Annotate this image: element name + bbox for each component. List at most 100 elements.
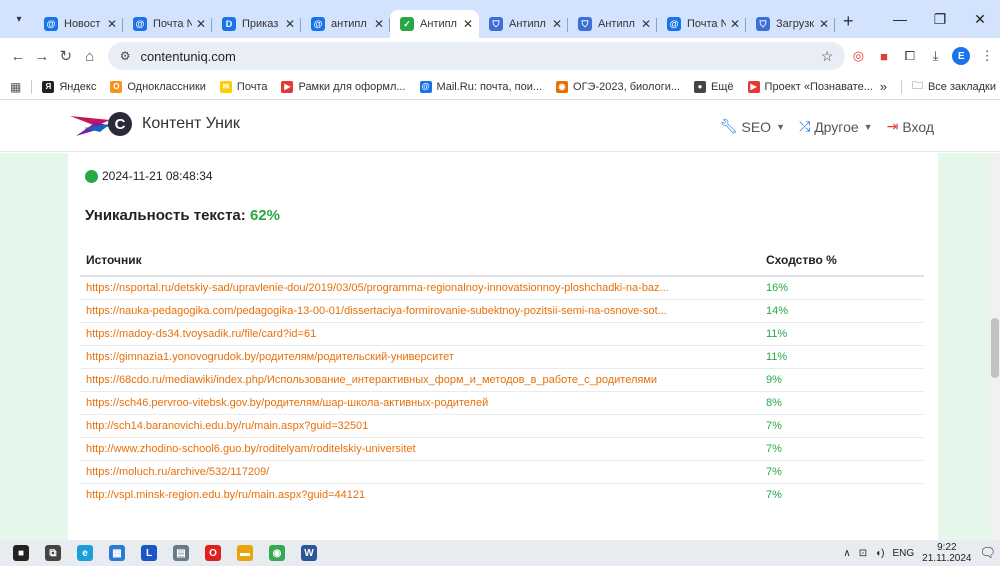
bookmark-label[interactable]: Почта xyxy=(237,81,268,93)
calculator-icon[interactable]: ▤ xyxy=(166,542,196,564)
opera-icon[interactable]: O xyxy=(198,542,228,564)
browser-tab[interactable]: ✓ Антипл ✕ xyxy=(390,10,479,38)
tab-title[interactable]: Почта N xyxy=(687,18,726,30)
close-window-icon[interactable]: ✕ xyxy=(960,11,1000,28)
bookmark-item[interactable]: @ Mail.Ru: почта, пои... xyxy=(419,80,543,93)
explorer-icon[interactable]: ▬ xyxy=(230,542,260,564)
browser-tab[interactable]: ⛉ Антипл ✕ xyxy=(568,10,657,38)
scrollbar-thumb[interactable] xyxy=(991,318,999,378)
nav-seo-label[interactable]: SEO xyxy=(741,119,771,135)
start-icon[interactable]: ■ xyxy=(6,542,36,564)
tray-network-icon[interactable]: ⊡ xyxy=(859,548,867,559)
bookmark-label[interactable]: Яндекс xyxy=(59,81,96,93)
source-link[interactable]: https://moluch.ru/archive/532/117209/ xyxy=(80,460,760,484)
source-link[interactable]: http://vspl.minsk-region.edu.by/ru/main.… xyxy=(80,483,760,507)
tab-title[interactable]: Почта N xyxy=(153,18,192,30)
all-bookmarks-folder[interactable]: 🗀 Все закладки xyxy=(912,77,996,96)
site-logo[interactable]: C Контент Уник xyxy=(70,110,240,138)
browser-tab[interactable]: ⛉ Антипл ✕ xyxy=(479,10,568,38)
tab-close-icon[interactable]: ✕ xyxy=(285,17,295,31)
bookmark-label[interactable]: Одноклассники xyxy=(127,81,206,93)
tab-close-icon[interactable]: ✕ xyxy=(196,17,206,31)
bookmark-label[interactable]: Mail.Ru: почта, пои... xyxy=(437,81,543,93)
bookmark-label[interactable]: Проект «Познавате... xyxy=(765,81,873,93)
tray-volume-icon[interactable]: ◖) xyxy=(875,548,884,559)
source-link[interactable]: https://nauka-pedagogika.com/pedagogika-… xyxy=(80,299,760,323)
tab-close-icon[interactable]: ✕ xyxy=(374,17,384,31)
bookmark-item[interactable]: ▶ Рамки для оформл... xyxy=(281,80,406,93)
word-icon[interactable]: W xyxy=(294,542,324,564)
address-bar[interactable]: ⚙ contentuniq.com ☆ xyxy=(107,42,846,70)
bookmark-item[interactable]: ◉ ОГЭ-2023, биологи... xyxy=(556,80,680,93)
tray-chevron-icon[interactable]: ∧ xyxy=(843,548,850,559)
back-arrow-icon[interactable]: ← xyxy=(6,48,30,65)
browser-tab[interactable]: @ антипл ✕ xyxy=(301,10,390,38)
bookmark-item[interactable]: ▶ Проект «Познавате... xyxy=(747,80,873,93)
source-link[interactable]: https://sch46.pervroo-vitebsk.gov.by/род… xyxy=(80,391,760,415)
extension-red-icon[interactable]: ■ xyxy=(871,49,897,64)
edge-icon[interactable]: e xyxy=(70,542,100,564)
site-info-icon[interactable]: ⚙ xyxy=(120,49,131,63)
store-icon[interactable]: ▦ xyxy=(102,542,132,564)
tab-close-icon[interactable]: ✕ xyxy=(819,17,829,31)
page-scrollbar[interactable] xyxy=(990,153,1000,540)
browser-tab[interactable]: @ Почта N ✕ xyxy=(123,10,212,38)
language-indicator[interactable]: ENG xyxy=(893,548,915,559)
tab-title[interactable]: антипл xyxy=(331,18,370,30)
extensions-puzzle-icon[interactable]: ⧠ xyxy=(897,48,923,64)
tab-title[interactable]: Приказ xyxy=(242,18,281,30)
home-icon[interactable]: ⌂ xyxy=(78,48,102,65)
source-link[interactable]: http://www.zhodino-school6.guo.by/rodite… xyxy=(80,437,760,461)
tab-close-icon[interactable]: ✕ xyxy=(552,17,562,31)
apps-grid-icon[interactable]: ▦ xyxy=(10,80,21,94)
bookmark-item[interactable]: Я Яндекс xyxy=(42,80,96,93)
extension-target-icon[interactable]: ◎ xyxy=(845,48,871,64)
chrome-icon[interactable]: ◉ xyxy=(262,542,292,564)
reload-icon[interactable]: ↻ xyxy=(54,47,78,65)
tab-close-icon[interactable]: ✕ xyxy=(463,17,473,31)
tab-title[interactable]: Загрузк xyxy=(776,18,815,30)
browser-tab[interactable]: ⛉ Загрузк ✕ xyxy=(746,10,835,38)
download-icon[interactable]: ⤓ xyxy=(923,48,949,64)
notifications-icon[interactable]: 🗨︎ xyxy=(979,545,996,561)
tab-title[interactable]: Новост xyxy=(64,18,103,30)
site-name[interactable]: Контент Уник xyxy=(142,115,240,133)
minimize-icon[interactable]: — xyxy=(880,11,920,27)
nav-seo[interactable]: 🔧︎ SEO ▼ xyxy=(720,118,785,135)
bookmark-label[interactable]: Ещё xyxy=(711,81,734,93)
new-tab-button[interactable]: + xyxy=(843,11,854,32)
tab-close-icon[interactable]: ✕ xyxy=(107,17,117,31)
l-app-icon[interactable]: L xyxy=(134,542,164,564)
tab-title[interactable]: Антипл xyxy=(598,18,637,30)
tab-search-button[interactable]: ▾ xyxy=(8,8,30,30)
task-view-icon[interactable]: ⧉ xyxy=(38,542,68,564)
url-text[interactable]: contentuniq.com xyxy=(140,49,820,64)
bookmark-label[interactable]: ОГЭ-2023, биологи... xyxy=(573,81,680,93)
source-link[interactable]: https://madoy-ds34.tvoysadik.ru/file/car… xyxy=(80,322,760,346)
nav-login-label[interactable]: Вход xyxy=(902,119,934,135)
tab-title[interactable]: Антипл xyxy=(509,18,548,30)
browser-tab[interactable]: @ Новост ✕ xyxy=(34,10,123,38)
profile-avatar[interactable]: E xyxy=(948,47,974,66)
bookmark-item[interactable]: О Одноклассники xyxy=(110,80,206,93)
tab-title[interactable]: Антипл xyxy=(420,18,459,30)
bookmarks-overflow[interactable]: » xyxy=(880,79,887,94)
all-bookmarks-label[interactable]: Все закладки xyxy=(928,81,996,93)
tab-close-icon[interactable]: ✕ xyxy=(641,17,651,31)
browser-tab[interactable]: D Приказ ✕ xyxy=(212,10,301,38)
browser-menu-icon[interactable]: ⋮ xyxy=(974,48,1000,64)
taskbar-clock[interactable]: 9:22 21.11.2024 xyxy=(922,542,971,564)
source-link[interactable]: http://sch14.baranovichi.edu.by/ru/main.… xyxy=(80,414,760,438)
source-link[interactable]: https://gimnazia1.yonovogrudok.by/родите… xyxy=(80,345,760,369)
forward-arrow-icon[interactable]: → xyxy=(30,48,54,65)
bookmark-item[interactable]: ● Ещё xyxy=(694,80,734,93)
browser-tab[interactable]: @ Почта N ✕ xyxy=(657,10,746,38)
bookmark-star-icon[interactable]: ☆ xyxy=(821,48,834,65)
source-link[interactable]: https://68cdo.ru/mediawiki/index.php/Исп… xyxy=(80,368,760,392)
nav-other-label[interactable]: Другое xyxy=(814,119,858,135)
source-link[interactable]: https://nsportal.ru/detskiy-sad/upravlen… xyxy=(80,275,760,300)
bookmark-label[interactable]: Рамки для оформл... xyxy=(298,81,405,93)
restore-icon[interactable]: ❐ xyxy=(920,11,960,28)
nav-other[interactable]: ⤮ Другое ▼ xyxy=(799,118,873,135)
bookmark-item[interactable]: ✉ Почта xyxy=(219,80,268,93)
